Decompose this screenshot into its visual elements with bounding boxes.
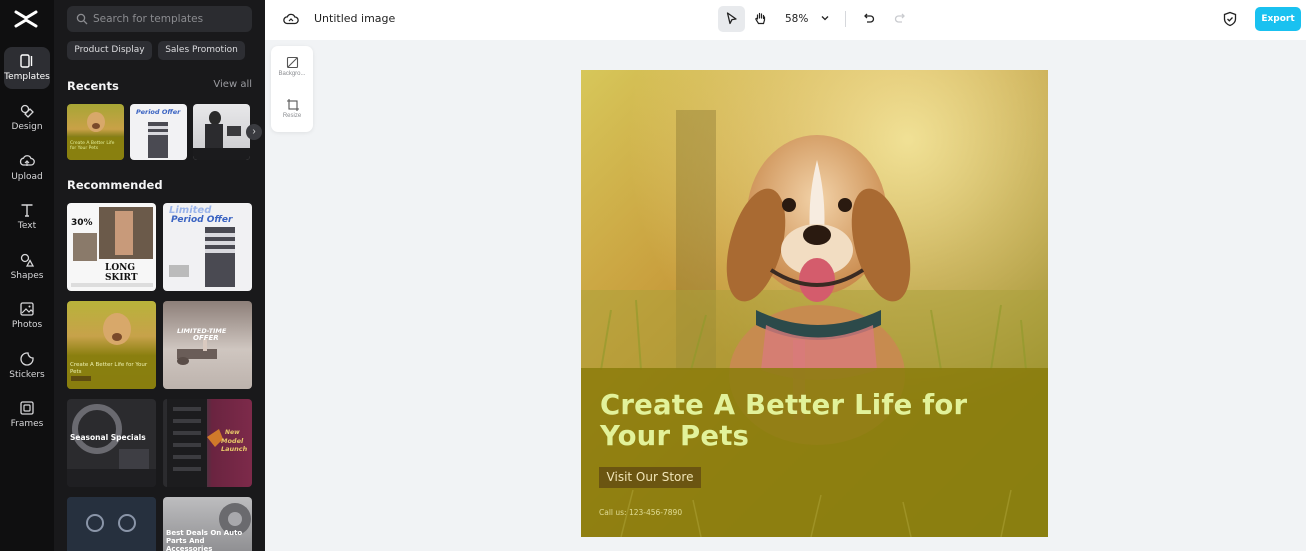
template-top-text: New (225, 429, 240, 436)
shield-icon[interactable] (1222, 11, 1238, 27)
recent-template-period-offer[interactable]: Period Offer (130, 104, 187, 160)
rail-label: Stickers (9, 370, 45, 380)
dashboard-thumbnail-image (67, 497, 156, 551)
fitness-thumbnail-image (177, 339, 217, 365)
dog-thumbnail-image (67, 112, 124, 160)
rail-item-shapes[interactable]: Shapes (4, 246, 50, 288)
top-toolbar: Untitled image 58% Export (265, 0, 1306, 40)
upload-icon (19, 155, 35, 166)
capcut-logo-icon[interactable] (13, 8, 39, 30)
template-main-text: Period Offer (171, 215, 233, 225)
export-button[interactable]: Export (1255, 7, 1301, 31)
search-icon (76, 13, 88, 25)
template-seasonal-specials[interactable]: Seasonal Specials (67, 399, 156, 487)
recents-next-arrow[interactable]: › (246, 124, 262, 140)
search-box[interactable] (67, 6, 252, 32)
template-top-text: 30% (71, 218, 93, 228)
left-rail: Templates Design Upload Text Shapes Phot… (0, 0, 54, 551)
search-input[interactable] (93, 6, 248, 32)
stickers-icon (20, 352, 34, 366)
canvas-tools-card: Backgro... Resize (271, 46, 313, 132)
rail-label: Text (17, 221, 37, 231)
template-car-dashboard[interactable] (67, 497, 156, 551)
template-main-text: Seasonal Specials (70, 433, 146, 442)
hand-icon (755, 12, 766, 25)
shapes-icon (20, 253, 35, 267)
template-long-skirt[interactable]: 30% LONG SKIRT (67, 203, 156, 291)
recent-template-pet[interactable]: Create A Better Life for Your Pets (67, 104, 124, 160)
car-interior-thumbnail-image (67, 404, 156, 487)
rail-item-text[interactable]: Text (4, 196, 50, 238)
document-title[interactable]: Untitled image (314, 12, 395, 25)
template-limited-period-offer[interactable]: Limited Period Offer (163, 203, 252, 291)
background-tool[interactable]: Backgro... (271, 56, 313, 77)
template-limited-time-offer[interactable]: LIMITED-TIME OFFER (163, 301, 252, 389)
rail-label: Design (11, 122, 43, 132)
recent-caption: Period Offer (136, 108, 181, 116)
toolbar-divider (845, 11, 846, 27)
rail-item-photos[interactable]: Photos (4, 295, 50, 337)
pet-thumbnail-image (67, 313, 156, 389)
template-main-text: Model Launch (221, 437, 248, 453)
frames-icon (20, 401, 34, 415)
pointer-icon (726, 12, 737, 25)
visit-store-button[interactable]: Visit Our Store (599, 467, 701, 488)
template-pet-life[interactable]: Create A Better Life for Your Pets (67, 301, 156, 389)
redo-button[interactable] (887, 6, 914, 32)
recents-title: Recents (67, 79, 119, 93)
template-main-text: Create A Better Life for Your Pets (70, 362, 148, 375)
recent-template-fashion[interactable] (193, 104, 250, 160)
rail-item-upload[interactable]: Upload (4, 147, 50, 189)
rail-label: Frames (10, 419, 44, 429)
rail-label: Photos (11, 320, 43, 330)
design-canvas[interactable]: Create A Better Life for Your Pets Visit… (581, 70, 1048, 537)
recommended-title: Recommended (67, 178, 163, 192)
cloud-save-icon[interactable] (283, 11, 299, 27)
background-icon (286, 56, 298, 69)
hand-tool-button[interactable] (747, 6, 774, 32)
resize-tool[interactable]: Resize (271, 98, 313, 119)
design-icon (20, 104, 34, 118)
resize-tool-label: Resize (282, 113, 302, 119)
rail-item-templates[interactable]: Templates (4, 47, 50, 89)
undo-icon (864, 13, 875, 23)
redo-icon (894, 13, 905, 23)
undo-button[interactable] (855, 6, 882, 32)
templates-icon (20, 54, 33, 68)
photos-icon (20, 302, 34, 316)
template-new-model-launch[interactable]: New Model Launch (163, 399, 252, 487)
resize-icon (286, 99, 299, 111)
canvas-contact-text[interactable]: Call us: 123-456-7890 (599, 508, 682, 517)
rail-label: Upload (11, 172, 43, 182)
recent-caption: Create A Better Life for Your Pets (70, 141, 115, 151)
chip-product-display[interactable]: Product Display (67, 41, 152, 60)
app-window: Templates Design Upload Text Shapes Phot… (0, 0, 1306, 551)
rail-item-frames[interactable]: Frames (4, 394, 50, 436)
template-main-text: LONG SKIRT (105, 263, 138, 283)
rail-label: Templates (4, 72, 50, 82)
text-icon (21, 204, 33, 217)
chip-sales-promotion[interactable]: Sales Promotion (158, 41, 245, 60)
templates-panel: Product Display Sales Promotion Recents … (54, 0, 265, 551)
chevron-down-icon[interactable] (819, 12, 831, 24)
view-all-link[interactable]: View all (213, 79, 252, 90)
select-tool-button[interactable] (718, 6, 745, 32)
template-main-text: Best Deals On Auto Parts And Accessories (166, 529, 243, 551)
rail-item-design[interactable]: Design (4, 97, 50, 139)
rail-item-stickers[interactable]: Stickers (4, 345, 50, 387)
fashion-thumbnail-image (193, 111, 250, 160)
zoom-level[interactable]: 58% (785, 13, 808, 25)
canvas-headline[interactable]: Create A Better Life for Your Pets (600, 390, 1020, 452)
background-tool-label: Backgro... (278, 71, 306, 77)
rail-label: Shapes (10, 271, 44, 281)
template-auto-parts[interactable]: Best Deals On Auto Parts And Accessories (163, 497, 252, 551)
template-main-text: OFFER (193, 334, 219, 342)
